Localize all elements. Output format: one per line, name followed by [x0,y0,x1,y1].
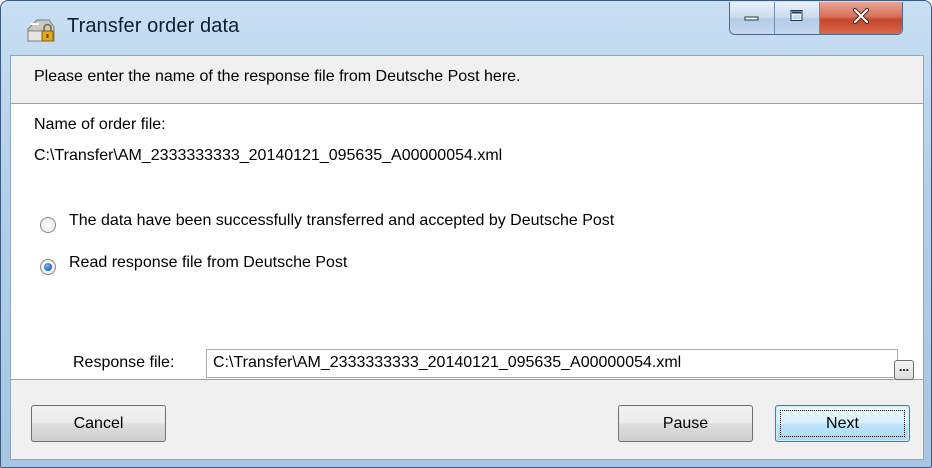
browse-button[interactable]: ... [894,360,914,380]
cancel-button[interactable]: Cancel [31,405,166,442]
response-file-label: Response file: [73,354,175,371]
cancel-label: Cancel [73,414,124,432]
window-title: Transfer order data [67,15,240,37]
radio-read-response-label[interactable]: Read response file from Deutsche Post [69,254,347,272]
radio-transferred-label[interactable]: The data have been successfully transfer… [69,212,614,230]
content-panel: Name of order file: C:\Transfer\AM_23333… [11,104,923,380]
maximize-button[interactable] [775,2,820,34]
next-button[interactable]: Next [775,405,910,442]
next-label: Next [826,414,859,432]
radio-selected-dot [44,263,52,271]
radio-read-response[interactable] [40,259,56,275]
pause-label: Pause [662,414,709,432]
radio-transferred[interactable] [40,217,56,233]
maximize-icon [789,9,805,28]
order-file-label: Name of order file: [34,116,166,133]
title-bar[interactable]: Transfer order data [1,1,931,55]
instruction-header: Please enter the name of the response fi… [11,56,923,104]
response-file-input[interactable]: C:\Transfer\AM_2333333333_20140121_09563… [206,349,898,378]
dialog-client-area: Please enter the name of the response fi… [10,55,924,460]
pause-button[interactable]: Pause [618,405,753,442]
window-controls [729,2,903,35]
package-lock-icon [25,17,57,43]
response-file-value[interactable]: C:\Transfer\AM_2333333333_20140121_09563… [213,354,681,372]
order-file-path: C:\Transfer\AM_2333333333_20140121_09563… [34,147,503,164]
instruction-text: Please enter the name of the response fi… [34,68,521,85]
minimize-icon [744,9,760,27]
minimize-button[interactable] [730,2,775,34]
close-button[interactable] [820,2,902,34]
dialog-window: Transfer order data Please enter the nam… [0,0,932,468]
close-icon [852,7,870,29]
